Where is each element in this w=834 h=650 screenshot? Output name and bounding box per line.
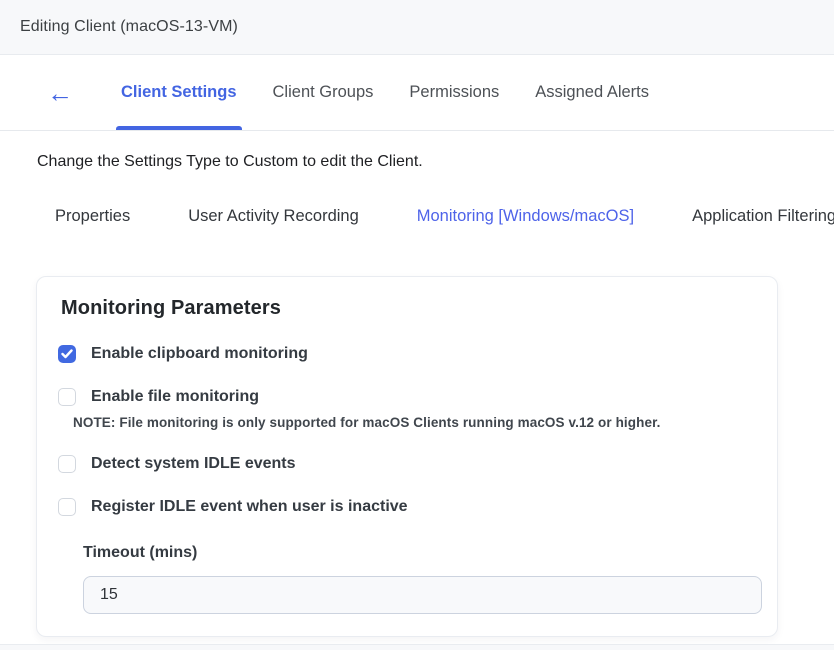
clipboard-monitoring-checkbox[interactable] xyxy=(58,345,76,363)
next-section-divider xyxy=(0,644,834,650)
checkmark-icon xyxy=(61,349,73,359)
checkbox-label[interactable]: Enable clipboard monitoring xyxy=(91,345,308,363)
file-monitoring-note: NOTE: File monitoring is only supported … xyxy=(73,415,759,430)
tab-label: Client Settings xyxy=(121,83,237,102)
settings-subtab-bar: Properties User Activity Recording Monit… xyxy=(55,207,834,226)
tab-assigned-alerts[interactable]: Assigned Alerts xyxy=(532,55,652,130)
tab-client-settings[interactable]: Client Settings xyxy=(118,55,240,130)
file-monitoring-checkbox[interactable] xyxy=(58,388,76,406)
active-tab-underline xyxy=(116,126,242,130)
window-header: Editing Client (macOS-13-VM) xyxy=(0,0,834,55)
timeout-input[interactable] xyxy=(83,576,762,614)
panel-title: Monitoring Parameters xyxy=(61,297,759,320)
checkbox-row-detect-idle: Detect system IDLE events xyxy=(58,455,759,473)
main-tab-bar: ← Client Settings Client Groups Permissi… xyxy=(0,55,834,131)
timeout-label: Timeout (mins) xyxy=(83,544,759,562)
subtab-properties[interactable]: Properties xyxy=(55,207,130,226)
monitoring-parameters-panel: Monitoring Parameters Enable clipboard m… xyxy=(36,276,778,637)
checkbox-label[interactable]: Enable file monitoring xyxy=(91,388,259,406)
tab-label: Client Groups xyxy=(273,83,374,102)
checkbox-label[interactable]: Register IDLE event when user is inactiv… xyxy=(91,498,408,516)
tab-client-groups[interactable]: Client Groups xyxy=(270,55,377,130)
subtab-application-filtering[interactable]: Application Filtering xyxy=(692,207,834,226)
page-title: Editing Client (macOS-13-VM) xyxy=(20,18,238,36)
tab-label: Permissions xyxy=(409,83,499,102)
tab-label: Assigned Alerts xyxy=(535,83,649,102)
checkbox-row-register-idle: Register IDLE event when user is inactiv… xyxy=(58,498,759,516)
tab-permissions[interactable]: Permissions xyxy=(406,55,502,130)
register-idle-checkbox[interactable] xyxy=(58,498,76,516)
subtab-monitoring[interactable]: Monitoring [Windows/macOS] xyxy=(417,207,634,226)
checkbox-row-clipboard-monitoring: Enable clipboard monitoring xyxy=(58,345,759,363)
back-button[interactable]: ← xyxy=(47,55,73,130)
detect-idle-checkbox[interactable] xyxy=(58,455,76,473)
checkbox-label[interactable]: Detect system IDLE events xyxy=(91,455,296,473)
back-arrow-icon: ← xyxy=(47,80,73,106)
settings-type-notice: Change the Settings Type to Custom to ed… xyxy=(37,153,834,171)
subtab-user-activity-recording[interactable]: User Activity Recording xyxy=(188,207,359,226)
checkbox-row-file-monitoring: Enable file monitoring xyxy=(58,388,759,406)
